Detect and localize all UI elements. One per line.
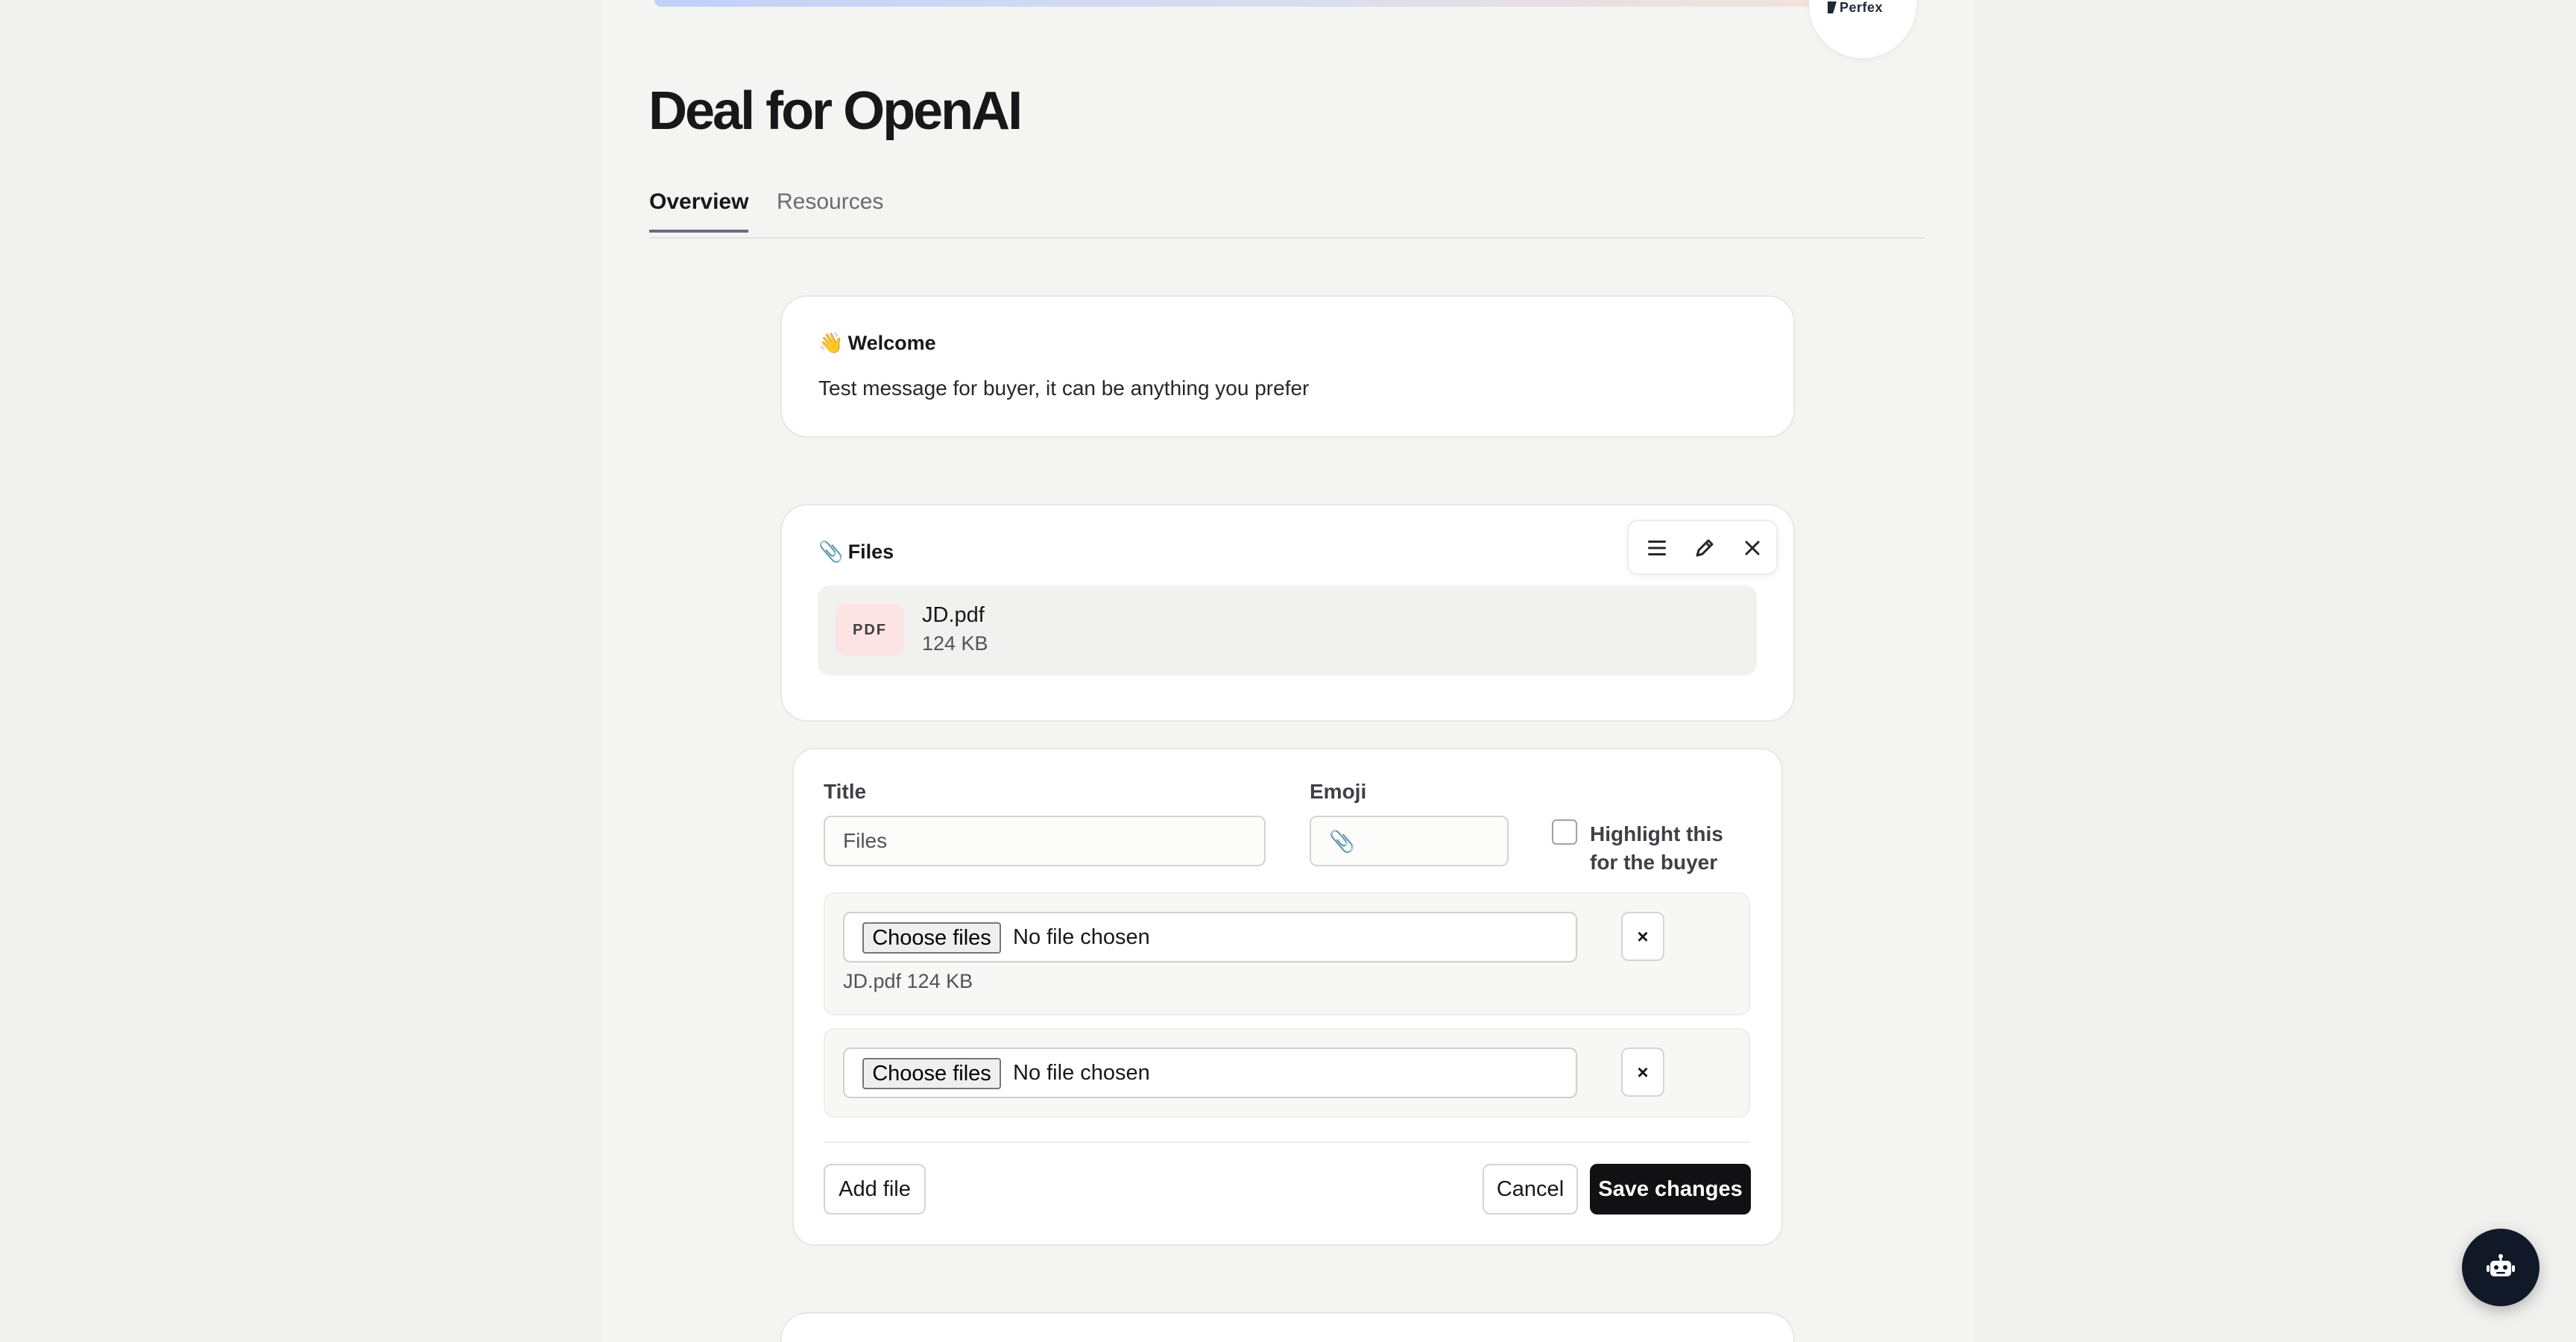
logo-mark-icon	[1828, 1, 1837, 13]
next-card	[780, 1312, 1795, 1342]
welcome-message: Test message for buyer, it can be anythi…	[818, 377, 1310, 400]
pencil-icon[interactable]	[1688, 532, 1721, 564]
welcome-title-text: Welcome	[847, 332, 936, 354]
upload-block: Choose files No file chosen × JD.pdf 124…	[824, 892, 1750, 1015]
highlight-checkbox[interactable]	[1552, 819, 1577, 845]
tab-resources[interactable]: Resources	[777, 189, 883, 230]
upload-block: Choose files No file chosen ×	[824, 1028, 1750, 1118]
tab-overview[interactable]: Overview	[649, 189, 749, 233]
cancel-button[interactable]: Cancel	[1483, 1164, 1578, 1215]
file-input[interactable]: Choose files No file chosen	[843, 912, 1577, 963]
paperclip-icon: 📎	[818, 541, 844, 563]
form-divider	[824, 1141, 1750, 1143]
welcome-card: 👋 Welcome Test message for buyer, it can …	[780, 295, 1795, 438]
existing-file: JD.pdf 124 KB	[843, 970, 973, 992]
save-changes-button[interactable]: Save changes	[1590, 1164, 1751, 1215]
file-name: JD.pdf	[922, 603, 985, 627]
welcome-title: 👋 Welcome	[818, 331, 936, 355]
file-item[interactable]: PDF JD.pdf 124 KB	[818, 585, 1757, 675]
file-input[interactable]: Choose files No file chosen	[843, 1048, 1577, 1098]
bot-icon	[2487, 1254, 2515, 1276]
header-banner	[654, 0, 1825, 7]
drag-handle-icon[interactable]	[1641, 532, 1673, 564]
files-title-text: Files	[847, 541, 894, 563]
pdf-badge: PDF	[836, 604, 904, 656]
file-size: 124 KB	[922, 632, 988, 655]
choose-files-button[interactable]: Choose files	[862, 922, 1001, 954]
tab-bar: Overview Resources	[649, 179, 1925, 239]
remove-file-button[interactable]: ×	[1621, 1048, 1664, 1097]
remove-file-button[interactable]: ×	[1621, 912, 1664, 961]
waving-hand-icon: 👋	[818, 332, 844, 354]
paperclip-icon: 📎	[1329, 829, 1355, 853]
add-file-button[interactable]: Add file	[824, 1164, 926, 1215]
block-toolbar	[1627, 520, 1778, 575]
file-status: No file chosen	[1013, 925, 1150, 949]
title-label: Title	[824, 780, 867, 803]
emoji-input[interactable]: 📎	[1310, 816, 1509, 866]
chatbot-button[interactable]	[2462, 1229, 2539, 1306]
file-status: No file chosen	[1013, 1061, 1150, 1085]
title-input[interactable]: Files	[824, 816, 1266, 866]
page-title: Deal for OpenAI	[648, 81, 1023, 141]
highlight-label: Highlight this for the buyer	[1590, 822, 1723, 874]
logo-text: Perfex	[1828, 0, 1883, 16]
emoji-label: Emoji	[1310, 780, 1367, 803]
choose-files-button[interactable]: Choose files	[862, 1058, 1001, 1089]
files-title: 📎 Files	[818, 540, 894, 564]
logo-label: Perfex	[1840, 0, 1884, 15]
close-icon[interactable]	[1736, 532, 1769, 564]
